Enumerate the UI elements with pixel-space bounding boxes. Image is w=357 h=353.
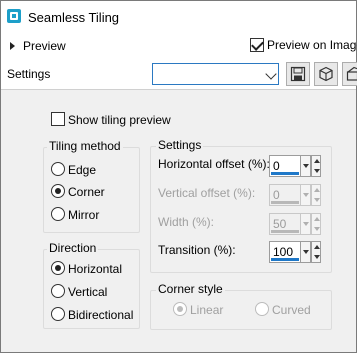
settings-bar: Settings [1, 59, 357, 89]
app-tiling-icon [7, 9, 21, 23]
radio-linear-label: Linear [190, 303, 224, 317]
vertical-offset-dropdown [301, 184, 311, 206]
preset-dropdown[interactable] [152, 63, 279, 85]
transition-input[interactable]: 100 [269, 241, 301, 263]
radio-bidirectional-label[interactable]: Bidirectional [68, 308, 133, 322]
window-title: Seamless Tiling [28, 10, 120, 25]
radio-mirror[interactable] [51, 207, 65, 221]
save-preset-button[interactable] [286, 62, 310, 86]
preview-on-image-checkbox[interactable] [250, 38, 264, 52]
settings-group-title: Settings [156, 138, 204, 152]
transition-spinner[interactable] [311, 241, 321, 263]
radio-vertical-label[interactable]: Vertical [68, 285, 107, 299]
vertical-offset-field: 0 [269, 184, 321, 206]
expand-arrow-icon[interactable] [10, 42, 15, 50]
show-tiling-preview-label[interactable]: Show tiling preview [68, 113, 171, 127]
settings-label: Settings [7, 67, 51, 81]
radio-corner[interactable] [51, 184, 65, 198]
radio-mirror-label[interactable]: Mirror [68, 208, 99, 222]
tiling-method-title: Tiling method [47, 139, 123, 153]
radio-curved [255, 302, 269, 316]
toolbar-extra-icon [346, 66, 357, 81]
width-value: 50 [273, 217, 287, 231]
vertical-offset-label: Vertical offset (%): [158, 186, 256, 200]
radio-corner-label[interactable]: Corner [68, 185, 105, 199]
radio-bidirectional[interactable] [51, 307, 65, 321]
header-separator [1, 89, 356, 90]
show-tiling-preview-checkbox[interactable] [51, 112, 65, 126]
radio-horizontal[interactable] [51, 261, 65, 275]
width-field: 50 [269, 213, 321, 235]
horizontal-offset-label: Horizontal offset (%): [158, 157, 270, 171]
transition-dropdown[interactable] [301, 241, 311, 263]
radio-curved-label: Curved [272, 303, 311, 317]
corner-style-title: Corner style [156, 282, 225, 296]
transition-value: 100 [273, 245, 294, 259]
radio-horizontal-label[interactable]: Horizontal [68, 262, 122, 276]
direction-title: Direction [47, 241, 99, 255]
radio-vertical[interactable] [51, 284, 65, 298]
extra-toolbar-button[interactable] [342, 62, 357, 86]
radio-edge[interactable] [51, 162, 65, 176]
width-dropdown [301, 213, 311, 235]
vertical-offset-value: 0 [273, 188, 280, 202]
horizontal-offset-dropdown[interactable] [301, 155, 311, 177]
title-bar: Seamless Tiling [1, 1, 356, 33]
horizontal-offset-field[interactable]: 0 [269, 155, 321, 177]
cube-icon [319, 66, 333, 82]
horizontal-offset-value: 0 [273, 159, 280, 173]
chevron-down-icon[interactable] [265, 68, 277, 80]
horizontal-offset-input[interactable]: 0 [269, 155, 301, 177]
preview-row: Preview Preview on Image [1, 33, 357, 59]
preview-on-image-label[interactable]: Preview on Image [267, 38, 357, 52]
width-input: 50 [269, 213, 301, 235]
width-label: Width (%): [158, 215, 215, 229]
resources-button[interactable] [314, 62, 338, 86]
radio-linear [173, 302, 187, 316]
save-icon [290, 66, 306, 82]
preview-toggle-label[interactable]: Preview [23, 39, 66, 53]
vertical-offset-input: 0 [269, 184, 301, 206]
transition-label: Transition (%): [158, 243, 236, 257]
vertical-offset-spinner [311, 184, 321, 206]
width-spinner [311, 213, 321, 235]
horizontal-offset-spinner[interactable] [311, 155, 321, 177]
radio-edge-label[interactable]: Edge [68, 163, 96, 177]
transition-field[interactable]: 100 [269, 241, 321, 263]
seamless-tiling-dialog: Seamless Tiling Preview Preview on Image… [0, 0, 357, 353]
